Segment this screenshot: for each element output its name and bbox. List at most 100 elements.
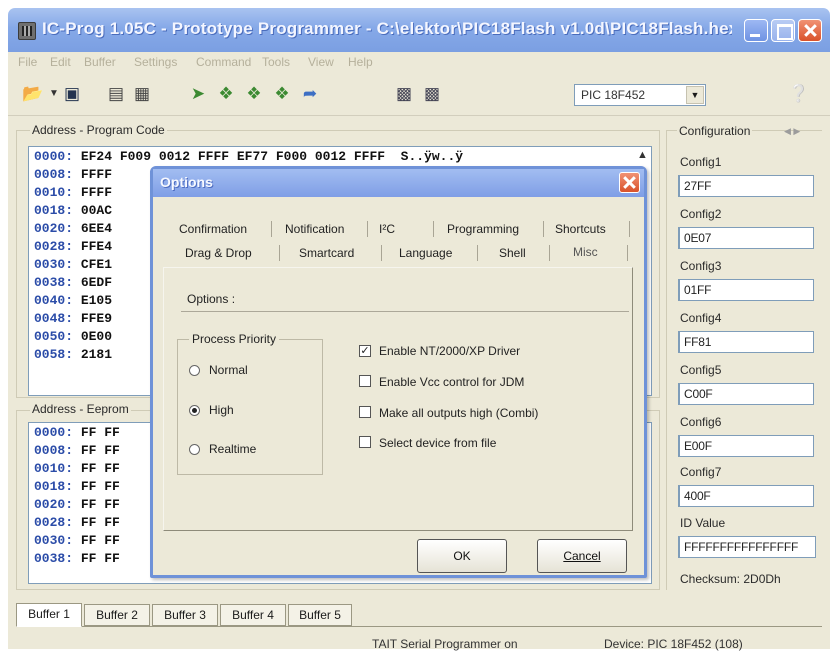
scroll-up-icon[interactable]: ▲ <box>637 149 648 161</box>
table-row: 0000: FF FF <box>34 425 120 440</box>
radio-normal[interactable] <box>189 365 200 376</box>
tab-divider <box>271 221 272 237</box>
read-icon[interactable]: ➤ <box>188 85 208 103</box>
menu-tools[interactable]: Tools <box>262 55 290 69</box>
tab-smartcard[interactable]: Smartcard <box>299 246 354 260</box>
checkbox-vcc-jdm[interactable] <box>359 375 371 387</box>
table-row: 0050: 0E00 <box>34 329 113 344</box>
checkbox-nt-driver[interactable]: ✓ <box>359 345 371 357</box>
table-row: 0028: FF FF <box>34 515 120 530</box>
ok-button[interactable]: OK <box>417 539 507 573</box>
config7-field[interactable]: 400F <box>678 485 814 507</box>
tab-confirmation[interactable]: Confirmation <box>179 222 247 236</box>
buffer-icon[interactable]: ▤ <box>106 85 126 103</box>
screen-icon[interactable]: ▩ <box>394 85 414 103</box>
tab-buffer-3[interactable]: Buffer 3 <box>152 604 218 626</box>
tab-i2c[interactable]: I²C <box>379 222 395 236</box>
open-file-icon[interactable]: 📂 <box>22 85 43 103</box>
tab-divider <box>477 245 478 261</box>
table-row: 0020: 6EE4 <box>34 221 113 236</box>
table-row: 0000: EF24 F009 0012 FFFF EF77 F000 0012… <box>34 149 464 164</box>
options-dialog: Options Confirmation Notification I²C Pr… <box>150 166 647 578</box>
program-code-label: Address - Program Code <box>30 123 167 137</box>
checkbox-select-device-label[interactable]: Select device from file <box>379 436 496 450</box>
config6-label: Config6 <box>680 415 722 429</box>
config1-field[interactable]: 27FF <box>678 175 814 197</box>
radio-realtime-label[interactable]: Realtime <box>209 442 256 456</box>
minimize-button[interactable] <box>744 19 768 42</box>
checkbox-select-device[interactable] <box>359 436 371 448</box>
dialog-close-button[interactable] <box>619 172 640 193</box>
radio-high[interactable] <box>189 405 200 416</box>
scroll-arrows-icon[interactable]: ◀ ▶ <box>784 126 800 137</box>
config6-field[interactable]: E00F <box>678 435 814 457</box>
tab-notification[interactable]: Notification <box>285 222 344 236</box>
config4-label: Config4 <box>680 311 722 325</box>
table-row: 0008: FF FF <box>34 443 120 458</box>
buffer-tabs-baseline <box>16 626 822 627</box>
chevron-down-icon[interactable]: ▼ <box>686 86 704 104</box>
save-icon[interactable]: ▣ <box>62 85 82 103</box>
menu-help[interactable]: Help <box>348 55 373 69</box>
menu-settings[interactable]: Settings <box>134 55 177 69</box>
config2-field[interactable]: 0E07 <box>678 227 814 249</box>
title-bar[interactable]: IC-Prog 1.05C - Prototype Programmer - C… <box>8 8 830 52</box>
tab-buffer-2[interactable]: Buffer 2 <box>84 604 150 626</box>
help-icon[interactable]: ❔ <box>788 85 809 103</box>
maximize-button[interactable] <box>771 19 795 42</box>
menu-file[interactable]: File <box>18 55 37 69</box>
cancel-button[interactable]: Cancel <box>537 539 627 573</box>
tab-shell[interactable]: Shell <box>499 246 526 260</box>
tab-shortcuts[interactable]: Shortcuts <box>555 222 606 236</box>
table-row: 0008: FFFF <box>34 167 113 182</box>
verify-icon[interactable]: ❖ <box>272 85 292 103</box>
config1-label: Config1 <box>680 155 722 169</box>
checkbox-outputs-high-label[interactable]: Make all outputs high (Combi) <box>379 406 538 420</box>
menu-edit[interactable]: Edit <box>50 55 71 69</box>
tab-language[interactable]: Language <box>399 246 452 260</box>
radio-realtime[interactable] <box>189 444 200 455</box>
tab-divider <box>381 245 382 261</box>
tab-misc[interactable]: Misc <box>573 245 598 259</box>
menu-bar: File Edit Buffer Settings Command Tools … <box>8 52 830 74</box>
config5-field[interactable]: C00F <box>678 383 814 405</box>
erase-icon[interactable]: ❖ <box>244 85 264 103</box>
config7-label: Config7 <box>680 465 722 479</box>
checkbox-nt-driver-label[interactable]: Enable NT/2000/XP Driver <box>379 344 520 358</box>
radio-high-label[interactable]: High <box>209 403 234 417</box>
config4-field[interactable]: FF81 <box>678 331 814 353</box>
radio-normal-label[interactable]: Normal <box>209 363 248 377</box>
device-select[interactable]: PIC 18F452 ▼ <box>574 84 706 106</box>
table-row: 0030: CFE1 <box>34 257 113 272</box>
tab-drag-drop[interactable]: Drag & Drop <box>185 246 252 260</box>
dialog-title-bar[interactable]: Options <box>153 169 644 197</box>
open-dropdown-icon[interactable]: ▼ <box>44 85 64 103</box>
menu-view[interactable]: View <box>308 55 334 69</box>
id-value-field[interactable]: FFFFFFFFFFFFFFFF <box>678 536 816 558</box>
compare-icon[interactable]: ➦ <box>300 85 320 103</box>
checkbox-outputs-high[interactable] <box>359 406 371 418</box>
table-row: 0048: FFE9 <box>34 311 113 326</box>
menu-buffer[interactable]: Buffer <box>84 55 116 69</box>
table-row: 0038: FF FF <box>34 551 120 566</box>
device-value: PIC 18F452 <box>581 88 646 102</box>
tab-programming[interactable]: Programming <box>447 222 519 236</box>
screen2-icon[interactable]: ▩ <box>422 85 442 103</box>
settings-icon[interactable]: ▦ <box>132 85 152 103</box>
tab-divider <box>367 221 368 237</box>
menu-command[interactable]: Command <box>196 55 251 69</box>
tab-divider <box>629 221 630 237</box>
eeprom-label: Address - Eeprom <box>30 402 131 416</box>
tab-buffer-4[interactable]: Buffer 4 <box>220 604 286 626</box>
app-icon <box>18 22 36 40</box>
config3-field[interactable]: 01FF <box>678 279 814 301</box>
program-icon[interactable]: ❖ <box>216 85 236 103</box>
tab-buffer-1[interactable]: Buffer 1 <box>16 603 82 627</box>
id-value-label: ID Value <box>680 516 726 530</box>
checksum-label: Checksum: 2D0Dh <box>680 572 781 586</box>
checkbox-vcc-jdm-label[interactable]: Enable Vcc control for JDM <box>379 375 524 389</box>
tab-divider <box>627 245 628 261</box>
close-button[interactable] <box>798 19 822 42</box>
tab-buffer-5[interactable]: Buffer 5 <box>288 604 352 626</box>
toolbar: 📂 ▼ ▣ ▤ ▦ ➤ ❖ ❖ ❖ ➦ ▩ ▩ PIC 18F452 ▼ ❔ <box>8 74 830 116</box>
